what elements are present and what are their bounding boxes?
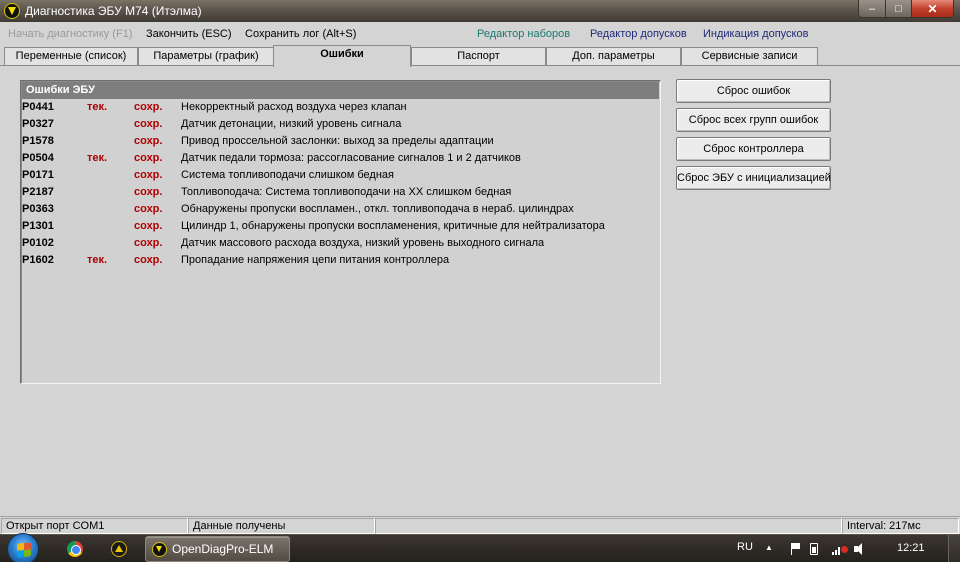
close-button[interactable]: ✕	[911, 0, 953, 17]
taskbar-app-label: OpenDiagPro-ELM	[172, 542, 274, 556]
saved-flag: сохр.	[134, 135, 163, 147]
error-description: Датчик педали тормоза: рассогласование с…	[181, 152, 521, 164]
tab-errors[interactable]: Ошибки	[273, 45, 411, 67]
current-flag: тек.	[87, 101, 108, 113]
current-flag: тек.	[87, 254, 108, 266]
app-logo-icon	[4, 3, 20, 19]
warning-triangle-icon[interactable]	[111, 541, 127, 557]
volume-icon[interactable]	[853, 543, 867, 555]
saved-flag: сохр.	[134, 118, 163, 130]
reset-all-groups-button[interactable]: Сброс всех групп ошибок	[676, 108, 831, 132]
tab-service-records[interactable]: Сервисные записи	[681, 47, 818, 65]
error-code: P0504	[22, 152, 54, 164]
error-row[interactable]: P2187 сохр. Топливоподача: Система топливо…	[22, 185, 659, 202]
error-row[interactable]: P0327 сохр. Датчик детонации, низкий урове…	[22, 117, 659, 134]
tab-extra-parameters[interactable]: Доп. параметры	[546, 47, 681, 65]
saved-flag: сохр.	[134, 237, 163, 249]
error-code: P1578	[22, 135, 54, 147]
window-title: Диагностика ЭБУ М74 (Итэлма)	[25, 4, 202, 18]
saved-flag: сохр.	[134, 220, 163, 232]
menu-start-diagnostics[interactable]: Начать диагностику (F1)	[8, 28, 132, 40]
taskbar: OpenDiagPro-ELM RU ▲ 12:21	[0, 533, 960, 562]
error-code: P0327	[22, 118, 54, 130]
tab-passport[interactable]: Паспорт	[411, 47, 546, 65]
show-desktop-button[interactable]	[948, 535, 960, 562]
opendiag-icon	[152, 542, 167, 557]
error-description: Обнаружены пропуски воспламен., откл. то…	[181, 203, 574, 215]
minimize-button[interactable]: ‒	[859, 0, 885, 17]
status-empty	[375, 518, 842, 534]
flag-icon[interactable]	[789, 543, 801, 555]
saved-flag: сохр.	[134, 186, 163, 198]
error-description: Система топливоподачи слишком бедная	[181, 169, 394, 181]
menu-bar: Начать диагностику (F1) Закончить (ESC) …	[0, 22, 960, 45]
error-list[interactable]: P0441 тек. сохр. Некорректный расход воздух…	[22, 100, 659, 270]
error-code: P2187	[22, 186, 54, 198]
menu-finish[interactable]: Закончить (ESC)	[146, 28, 232, 40]
window-controls: ‒ □ ✕	[858, 0, 954, 18]
language-indicator[interactable]: RU	[737, 541, 753, 553]
error-description: Некорректный расход воздуха через клапан	[181, 101, 407, 113]
window-titlebar: Диагностика ЭБУ М74 (Итэлма) ‒ □ ✕	[0, 0, 960, 22]
error-row[interactable]: P0102 сохр. Датчик массового расхода возду…	[22, 236, 659, 253]
battery-icon[interactable]	[810, 543, 818, 555]
error-code: P0171	[22, 169, 54, 181]
chrome-icon[interactable]	[67, 541, 83, 557]
menu-tolerance-editor[interactable]: Редактор допусков	[590, 28, 687, 40]
reset-controller-button[interactable]: Сброс контроллера	[676, 137, 831, 161]
error-description: Датчик детонации, низкий уровень сигнала	[181, 118, 402, 130]
taskbar-app-button[interactable]: OpenDiagPro-ELM	[145, 536, 290, 562]
status-port: Открыт порт COM1	[1, 518, 188, 534]
error-row[interactable]: P1301 сохр. Цилиндр 1, обнаружены пропуски…	[22, 219, 659, 236]
status-interval: Interval: 217мс	[842, 518, 959, 534]
maximize-button[interactable]: □	[885, 0, 911, 17]
clock[interactable]: 12:21	[897, 542, 925, 554]
error-code: P1301	[22, 220, 54, 232]
saved-flag: сохр.	[134, 169, 163, 181]
tab-parameters-graph[interactable]: Параметры (график)	[138, 47, 274, 65]
windows-start-icon[interactable]	[7, 533, 39, 562]
error-row[interactable]: P1602 тек. сохр. Пропадание напряжения цепи…	[22, 253, 659, 270]
saved-flag: сохр.	[134, 254, 163, 266]
saved-flag: сохр.	[134, 203, 163, 215]
error-code: P0441	[22, 101, 54, 113]
tab-variables-list[interactable]: Переменные (список)	[4, 47, 138, 65]
signal-icon[interactable]	[832, 543, 848, 555]
error-description: Топливоподача: Система топливоподачи на …	[181, 186, 512, 198]
reset-errors-button[interactable]: Сброс ошибок	[676, 79, 831, 103]
error-code: P1602	[22, 254, 54, 266]
error-row[interactable]: P0363 сохр. Обнаружены пропуски воспламен.…	[22, 202, 659, 219]
menu-set-editor[interactable]: Редактор наборов	[477, 28, 570, 40]
error-description: Пропадание напряжения цепи питания контр…	[181, 254, 450, 266]
current-flag: тек.	[87, 152, 108, 164]
error-code: P0102	[22, 237, 54, 249]
ecu-errors-panel: Ошибки ЭБУ P0441 тек. сохр. Некорректный ра…	[20, 80, 661, 384]
error-row[interactable]: P0441 тек. сохр. Некорректный расход воздух…	[22, 100, 659, 117]
error-code: P0363	[22, 203, 54, 215]
saved-flag: сохр.	[134, 101, 163, 113]
error-description: Датчик массового расхода воздуха, низкий…	[181, 237, 545, 249]
status-bar: Открыт порт COM1 Данные получены Interva…	[0, 516, 960, 534]
saved-flag: сохр.	[134, 152, 163, 164]
tray-expand-icon[interactable]: ▲	[765, 543, 773, 552]
tab-divider	[0, 65, 960, 66]
error-description: Цилиндр 1, обнаружены пропуски воспламен…	[181, 220, 605, 232]
error-description: Привод проссельной заслонки: выход за пр…	[181, 135, 494, 147]
error-row[interactable]: P0504 тек. сохр. Датчик педали тормоза: рас…	[22, 151, 659, 168]
menu-tolerance-indication[interactable]: Индикация допусков	[703, 28, 808, 40]
reset-ecu-init-button[interactable]: Сброс ЭБУ с инициализацией	[676, 166, 831, 190]
panel-title: Ошибки ЭБУ	[22, 82, 659, 99]
tab-strip: Переменные (список) Параметры (график) О…	[0, 45, 960, 67]
status-data: Данные получены	[188, 518, 375, 534]
error-row[interactable]: P1578 сохр. Привод проссельной заслонки: в…	[22, 134, 659, 151]
menu-save-log[interactable]: Сохранить лог (Alt+S)	[245, 28, 356, 40]
error-row[interactable]: P0171 сохр. Система топливоподачи слишком …	[22, 168, 659, 185]
